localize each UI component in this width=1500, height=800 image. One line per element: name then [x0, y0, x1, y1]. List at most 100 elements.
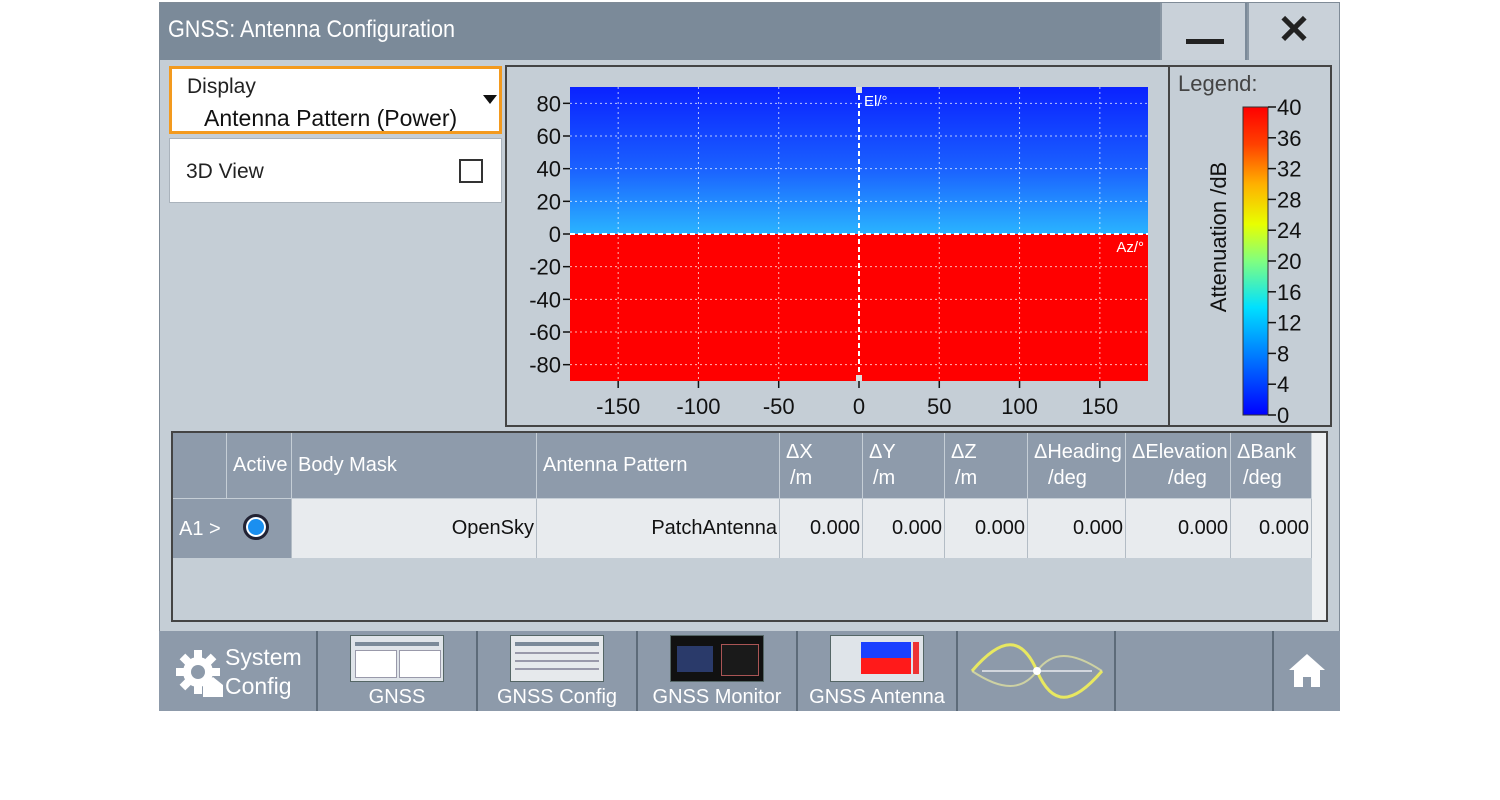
- taskbar-gnss-antenna-label: GNSS Antenna: [809, 686, 945, 708]
- chevron-down-icon: [483, 95, 497, 104]
- header-dz: ΔZ/m: [945, 433, 1028, 498]
- header-dbank-name: ΔBank: [1237, 441, 1296, 463]
- antenna-pattern-plot: -150 -100 -50 0 50 100 150 80 60 40 20 0 -20 -40 -60 -8…: [529, 87, 1148, 419]
- taskbar-gnss-config-label: GNSS Config: [496, 686, 618, 708]
- close-icon: ✕: [1277, 8, 1311, 52]
- table-scrollbar[interactable]: [1312, 433, 1326, 620]
- signal-wave-icon: [970, 643, 1104, 699]
- antenna-pattern-cell[interactable]: PatchAntenna: [537, 499, 780, 558]
- x-tick-label: -100: [676, 394, 720, 419]
- taskbar-gnss-monitor[interactable]: GNSS Monitor: [638, 631, 798, 711]
- header-dy: ΔY/m: [863, 433, 945, 498]
- taskbar-signal-wave[interactable]: [958, 631, 1116, 711]
- colorbar-label: Attenuation /dB: [1206, 162, 1231, 312]
- header-delevation-name: ΔElevation: [1132, 441, 1228, 463]
- home-button[interactable]: [1274, 631, 1340, 711]
- table-corner-header: [173, 433, 227, 498]
- dy-cell[interactable]: 0.000: [863, 499, 945, 558]
- active-radio[interactable]: [243, 514, 269, 540]
- dx-cell[interactable]: 0.000: [780, 499, 863, 558]
- x-axis-label: Az/°: [1116, 239, 1144, 256]
- colorbar-tick-label: 36: [1277, 126, 1301, 151]
- header-active: Active: [227, 433, 292, 498]
- header-dx-unit: /m: [790, 467, 813, 489]
- system-config-line1: System: [225, 644, 302, 670]
- system-config-label: System Config: [225, 643, 302, 701]
- y-tick-label: 40: [537, 157, 561, 182]
- taskbar-gnss-monitor-label: GNSS Monitor: [652, 686, 782, 708]
- antenna-config-window: GNSS: Antenna Configuration ✕ Display An…: [159, 2, 1340, 711]
- taskbar: System Config GNSS GNSS Config GNSS Moni…: [159, 631, 1340, 711]
- display-value: Antenna Pattern (Power): [204, 105, 458, 131]
- x-tick-label: 0: [853, 394, 865, 419]
- dbank-cell[interactable]: 0.000: [1231, 499, 1312, 558]
- row-header-a1[interactable]: A1 >: [173, 499, 227, 558]
- header-dheading: ΔHeading/deg: [1028, 433, 1126, 498]
- 3d-view-toggle[interactable]: 3D View: [169, 138, 502, 203]
- minimize-icon: [1186, 39, 1224, 44]
- taskbar-gnss-config[interactable]: GNSS Config: [478, 631, 638, 711]
- colorbar-tick-label: 12: [1277, 311, 1301, 336]
- colorbar-tick-label: 16: [1277, 280, 1301, 305]
- y-tick-label: -80: [529, 353, 561, 378]
- y-tick-label: 60: [537, 124, 561, 149]
- taskbar-gnss-label: GNSS: [368, 686, 426, 708]
- title-bar: GNSS: Antenna Configuration ✕: [160, 3, 1339, 60]
- display-dropdown[interactable]: Display Antenna Pattern (Power): [169, 66, 502, 134]
- dz-cell[interactable]: 0.000: [945, 499, 1028, 558]
- home-icon: [1289, 654, 1325, 687]
- header-dheading-name: ΔHeading: [1034, 441, 1122, 463]
- header-dz-unit: /m: [955, 467, 978, 489]
- colorbar: 4036322824201612840Attenuation /dB: [1206, 95, 1301, 425]
- system-config-button[interactable]: System Config: [159, 631, 318, 711]
- system-config-line2: Config: [225, 673, 292, 699]
- x-tick-label: -50: [763, 394, 795, 419]
- active-cell[interactable]: [227, 499, 292, 558]
- antenna-pattern-plot-panel: -150 -100 -50 0 50 100 150 80 60 40 20 0 -20 -40 -60 -8…: [505, 65, 1170, 427]
- colorbar-tick-label: 20: [1277, 249, 1301, 274]
- colorbar-tick-label: 8: [1277, 341, 1289, 366]
- header-dz-name: ΔZ: [951, 441, 977, 463]
- elevation-axis-handle-bottom: [856, 375, 862, 381]
- close-button[interactable]: ✕: [1247, 3, 1339, 60]
- header-antenna-pattern: Antenna Pattern: [537, 433, 780, 498]
- x-tick-label: 150: [1081, 394, 1118, 419]
- antenna-table: Active Body Mask Antenna Pattern ΔX/m ΔY…: [171, 431, 1328, 622]
- x-tick-label: -150: [596, 394, 640, 419]
- delevation-cell[interactable]: 0.000: [1126, 499, 1231, 558]
- 3d-view-checkbox[interactable]: [459, 159, 483, 183]
- elevation-axis-handle-top: [856, 87, 862, 93]
- colorbar-tick-label: 24: [1277, 218, 1301, 243]
- colorbar-tick-label: 28: [1277, 187, 1301, 212]
- x-tick-label: 100: [1001, 394, 1038, 419]
- header-dbank-unit: /deg: [1243, 467, 1282, 489]
- header-delevation: ΔElevation/deg: [1126, 433, 1231, 498]
- y-axis-label: El/°: [864, 93, 888, 110]
- header-dbank: ΔBank/deg: [1231, 433, 1312, 498]
- y-tick-label: -40: [529, 287, 561, 312]
- legend-panel: Legend: 40 36 32 28 24 20 16 12 8 4 0 Attenuation /…: [1170, 65, 1332, 427]
- y-tick-label: 80: [537, 91, 561, 116]
- display-label: Display: [187, 75, 256, 98]
- x-tick-label: 50: [927, 394, 951, 419]
- gnss-thumbnail: [350, 635, 444, 682]
- dheading-cell[interactable]: 0.000: [1028, 499, 1126, 558]
- colorbar-tick-label: 0: [1277, 403, 1289, 425]
- gear-icon: [176, 650, 223, 697]
- y-tick-label: 20: [537, 189, 561, 214]
- y-tick-label: -20: [529, 255, 561, 280]
- colorbar-tick-label: 40: [1277, 95, 1301, 120]
- taskbar-gnss-antenna[interactable]: GNSS Antenna: [798, 631, 958, 711]
- taskbar-empty-slot[interactable]: [1116, 631, 1274, 711]
- header-dy-name: ΔY: [869, 441, 896, 463]
- minimize-button[interactable]: [1160, 3, 1245, 60]
- window-title: GNSS: Antenna Configuration: [168, 16, 455, 43]
- colorbar-tick-label: 4: [1277, 372, 1289, 397]
- header-dx: ΔX/m: [780, 433, 863, 498]
- taskbar-gnss[interactable]: GNSS: [318, 631, 478, 711]
- header-delevation-unit: /deg: [1168, 467, 1207, 489]
- body-mask-cell[interactable]: OpenSky: [292, 499, 537, 558]
- 3d-view-label: 3D View: [186, 160, 264, 183]
- gnss-monitor-thumbnail: [670, 635, 764, 682]
- header-dy-unit: /m: [873, 467, 896, 489]
